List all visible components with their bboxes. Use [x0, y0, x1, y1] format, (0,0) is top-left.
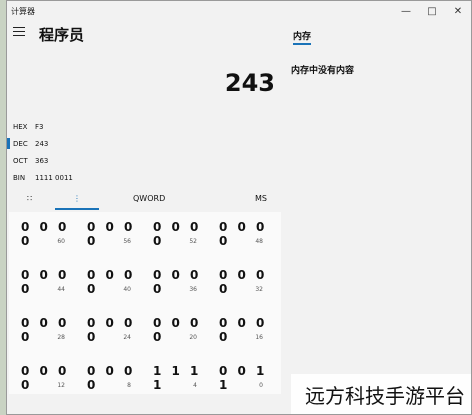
bit-nibble[interactable]: 0 0 0 0 40 [87, 268, 145, 304]
mode-title: 程序员 [39, 26, 85, 44]
radix-value: 363 [35, 157, 49, 165]
bit-values: 0 0 0 0 [153, 220, 202, 248]
bit-nibble[interactable]: 0 0 0 0 16 [219, 316, 277, 352]
bit-nibble[interactable]: 0 0 0 0 20 [153, 316, 211, 352]
bit-nibble[interactable]: 1 1 1 1 4 [153, 364, 211, 400]
bit-position-label: 4 [193, 382, 197, 389]
bit-toggle-icon[interactable]: ⋮ [73, 194, 81, 203]
bit-values: 0 0 0 0 [21, 316, 70, 344]
maximize-icon[interactable]: □ [419, 1, 445, 21]
title-bar: 计算器 — □ ✕ [7, 1, 471, 21]
bit-position-label: 0 [259, 382, 263, 389]
app-header: 程序员 内存 [7, 21, 471, 47]
memory-empty-message: 内存中没有内容 [291, 66, 355, 76]
bit-values: 0 0 0 0 [153, 268, 202, 296]
bit-values: 0 0 0 0 [21, 268, 70, 296]
bit-values: 0 0 0 0 [87, 220, 136, 248]
bit-nibble[interactable]: 0 0 1 1 0 [219, 364, 277, 400]
radix-value: 243 [35, 140, 49, 148]
radix-row-oct[interactable]: OCT 363 [7, 153, 127, 169]
radix-row-hex[interactable]: HEX F3 [7, 119, 127, 135]
watermark-text: 远方科技手游平台 [291, 374, 471, 414]
close-icon[interactable]: ✕ [445, 1, 471, 21]
bit-values: 0 0 0 0 [87, 364, 136, 392]
bit-values: 0 0 0 0 [87, 316, 136, 344]
radix-selection-indicator [7, 138, 10, 149]
bit-position-label: 32 [255, 286, 263, 293]
bit-nibble[interactable]: 0 0 0 0 32 [219, 268, 277, 304]
word-size-button[interactable]: QWORD [133, 194, 165, 203]
bit-values: 1 1 1 1 [153, 364, 202, 392]
radix-label: HEX [13, 123, 28, 131]
bit-nibble[interactable]: 0 0 0 0 36 [153, 268, 211, 304]
bit-nibble[interactable]: 0 0 0 0 52 [153, 220, 211, 256]
bit-values: 0 0 0 0 [219, 220, 268, 248]
radix-label: BIN [13, 174, 26, 182]
hamburger-menu-icon[interactable] [13, 27, 25, 39]
radix-label: DEC [13, 140, 28, 148]
tab-memory-indicator [293, 43, 311, 45]
bit-nibble[interactable]: 0 0 0 0 24 [87, 316, 145, 352]
bit-nibble[interactable]: 0 0 0 0 56 [87, 220, 145, 256]
bit-position-label: 12 [57, 382, 65, 389]
window-title: 计算器 [11, 6, 35, 16]
bit-nibble[interactable]: 0 0 0 0 8 [87, 364, 145, 400]
bit-values: 0 0 1 1 [219, 364, 268, 392]
bit-position-label: 52 [189, 238, 197, 245]
bit-position-label: 8 [127, 382, 131, 389]
radix-label: OCT [13, 157, 28, 165]
bit-position-label: 24 [123, 334, 131, 341]
bit-values: 0 0 0 0 [153, 316, 202, 344]
bit-values: 0 0 0 0 [21, 220, 70, 248]
bit-position-label: 16 [255, 334, 263, 341]
bit-position-label: 28 [57, 334, 65, 341]
keypad-toolbar: ∷ ⋮ QWORD MS [7, 191, 283, 211]
bit-values: 0 0 0 0 [21, 364, 70, 392]
bit-position-label: 40 [123, 286, 131, 293]
bit-position-label: 44 [57, 286, 65, 293]
bit-nibble[interactable]: 0 0 0 0 12 [21, 364, 79, 400]
bit-position-label: 36 [189, 286, 197, 293]
bit-values: 0 0 0 0 [87, 268, 136, 296]
radix-row-bin[interactable]: BIN 1111 0011 [7, 170, 127, 186]
minimize-icon[interactable]: — [393, 1, 419, 21]
bit-toggle-indicator [55, 208, 99, 210]
bit-nibble[interactable]: 0 0 0 0 28 [21, 316, 79, 352]
bit-nibble[interactable]: 0 0 0 0 60 [21, 220, 79, 256]
bit-values: 0 0 0 0 [219, 316, 268, 344]
keypad-icon[interactable]: ∷ [27, 194, 32, 203]
bit-position-label: 60 [57, 238, 65, 245]
bit-toggle-panel: 0 0 0 0 60 0 0 0 0 56 0 0 0 0 52 0 0 0 0… [9, 212, 281, 394]
bit-nibble[interactable]: 0 0 0 0 48 [219, 220, 277, 256]
memory-store-button[interactable]: MS [255, 194, 267, 203]
bit-nibble[interactable]: 0 0 0 0 44 [21, 268, 79, 304]
radix-row-dec[interactable]: DEC 243 [7, 136, 127, 152]
radix-value: F3 [35, 123, 44, 131]
bit-position-label: 48 [255, 238, 263, 245]
calculator-window: 计算器 — □ ✕ 程序员 内存 内存中没有内容 243 HEX F3 DEC … [6, 0, 472, 415]
bit-position-label: 20 [189, 334, 197, 341]
tab-memory[interactable]: 内存 [293, 29, 311, 42]
bit-position-label: 56 [123, 238, 131, 245]
bit-values: 0 0 0 0 [219, 268, 268, 296]
display-value: 243 [224, 69, 275, 97]
radix-value: 1111 0011 [35, 174, 73, 182]
